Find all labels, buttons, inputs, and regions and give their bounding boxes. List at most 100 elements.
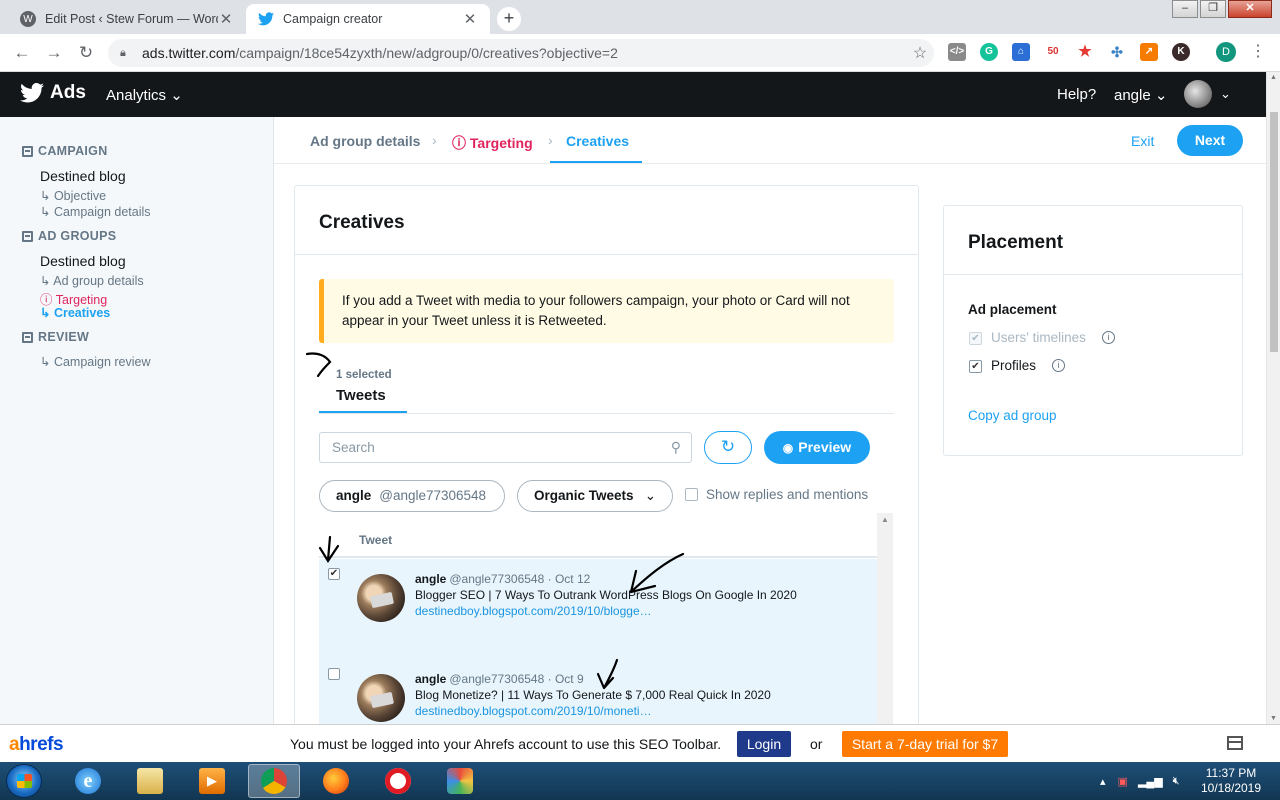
sidebar-adgroup-name[interactable]: Destined blog: [40, 253, 126, 269]
scrollbar-thumb[interactable]: [1270, 112, 1278, 352]
internet-explorer-icon[interactable]: e: [62, 764, 114, 798]
chrome-icon[interactable]: [248, 764, 300, 798]
ahrefs-trial-button[interactable]: Start a 7-day trial for $7: [842, 731, 1008, 757]
section-icon: [22, 331, 33, 343]
help-link[interactable]: Help?: [1057, 86, 1096, 103]
info-icon[interactable]: i: [1102, 331, 1115, 344]
tweet-link[interactable]: destinedboy.blogspot.com/2019/10/moneti…: [415, 704, 652, 718]
refresh-button[interactable]: ↻: [704, 431, 752, 464]
tray-app-icon[interactable]: ▣: [1118, 775, 1128, 788]
tweet-checkbox[interactable]: [328, 668, 340, 680]
maximize-button[interactable]: ❐: [1200, 0, 1226, 18]
ads-logo[interactable]: Ads: [20, 82, 86, 104]
sidebar-item-campaign-review[interactable]: ↳ Campaign review: [40, 354, 151, 369]
account-menu[interactable]: angle ⌄: [1114, 86, 1167, 104]
sidebar-item-ad-group-details[interactable]: ↳ Ad group details: [40, 273, 144, 288]
step-targeting[interactable]: ⓘ Targeting: [452, 133, 533, 153]
tray-expand-icon[interactable]: ▴: [1100, 775, 1106, 788]
divider: [944, 274, 1242, 275]
profile-avatar[interactable]: D: [1216, 42, 1236, 62]
close-icon[interactable]: ✕: [218, 10, 234, 28]
tab-campaign-creator[interactable]: Campaign creator ✕: [246, 4, 490, 34]
column-header-tweet: Tweet: [359, 533, 393, 547]
exit-link[interactable]: Exit: [1131, 133, 1154, 149]
users-timelines-label: Users' timelines: [991, 330, 1086, 345]
avatar[interactable]: [1184, 80, 1212, 108]
firefox-icon[interactable]: [310, 764, 362, 798]
sidebar-item-campaign-details[interactable]: ↳ Campaign details: [40, 204, 151, 219]
ahrefs-or-label: or: [810, 736, 823, 752]
table-scrollbar[interactable]: ▲: [877, 513, 893, 745]
extension-feed-icon[interactable]: ⌂: [1012, 43, 1030, 61]
section-icon: [22, 145, 33, 157]
sidebar-section-review: REVIEW: [22, 330, 89, 344]
analytics-menu[interactable]: Analytics ⌄: [106, 86, 183, 104]
back-icon[interactable]: ←: [10, 41, 34, 65]
scroll-up-icon[interactable]: ▲: [1270, 74, 1277, 81]
extension-k-icon[interactable]: K: [1172, 43, 1190, 61]
scroll-down-icon[interactable]: ▼: [1270, 715, 1277, 722]
file-explorer-icon[interactable]: [124, 764, 176, 798]
tab-title: Campaign creator: [283, 12, 383, 26]
show-replies-checkbox[interactable]: [685, 488, 698, 501]
tab-wordpress[interactable]: W Edit Post ‹ Stew Forum — WordPress ✕: [8, 4, 246, 34]
scroll-up-icon[interactable]: ▲: [881, 515, 889, 524]
tweet-link[interactable]: destinedboy.blogspot.com/2019/10/blogge…: [415, 604, 652, 618]
profiles-checkbox[interactable]: ✔: [969, 360, 982, 373]
signal-icon[interactable]: ▂▄▆: [1138, 775, 1163, 788]
browser-tab-bar: W Edit Post ‹ Stew Forum — WordPress ✕ C…: [0, 0, 1280, 34]
tab-tweets[interactable]: Tweets: [336, 387, 386, 404]
extension-star-icon[interactable]: ★: [1076, 43, 1094, 61]
paint-icon[interactable]: [434, 764, 486, 798]
campaign-sidebar: CAMPAIGN Destined blog ↳ Objective ↳ Cam…: [0, 117, 274, 724]
page-scrollbar[interactable]: ▲ ▼: [1266, 72, 1280, 724]
ahrefs-logo: ahrefs: [9, 734, 64, 755]
account-selector[interactable]: angle @angle77306548: [319, 480, 505, 512]
tweet-checkbox[interactable]: ✔: [328, 568, 340, 580]
tweet-meta: angle @angle77306548 · Oct 12: [415, 572, 591, 586]
step-creatives[interactable]: Creatives: [566, 133, 629, 149]
table-row[interactable]: ✔ angle @angle77306548 · Oct 12 Blogger S…: [319, 559, 877, 659]
divider: [319, 413, 894, 414]
system-clock[interactable]: 11:37 PM 10/18/2019: [1196, 766, 1266, 796]
eye-icon: ◉: [782, 441, 794, 455]
ads-brand-label: Ads: [50, 82, 86, 103]
tweet-text: Blogger SEO | 7 Ways To Outrank WordPres…: [415, 588, 797, 602]
ahrefs-toggle-icon[interactable]: [1227, 736, 1243, 750]
sidebar-item-objective[interactable]: ↳ Objective: [40, 188, 106, 203]
chevron-down-icon[interactable]: ⌄: [1220, 86, 1231, 102]
ahrefs-login-button[interactable]: Login: [737, 731, 791, 757]
extension-chart-icon[interactable]: ↗: [1140, 43, 1158, 61]
lock-icon: 🔒︎: [120, 46, 126, 59]
sidebar-item-creatives[interactable]: ↳ Creatives: [40, 305, 110, 320]
media-notice: If you add a Tweet with media to your fo…: [319, 279, 894, 343]
search-input[interactable]: Search ⚲: [319, 432, 692, 463]
preview-button[interactable]: ◉ Preview: [764, 431, 870, 464]
minimize-button[interactable]: –: [1172, 0, 1198, 18]
copy-ad-group-link[interactable]: Copy ad group: [968, 408, 1057, 423]
reload-icon[interactable]: ↻: [74, 41, 98, 65]
twitter-icon: [258, 11, 274, 27]
tweet-type-dropdown[interactable]: Organic Tweets ⌄: [517, 480, 673, 512]
volume-muted-icon[interactable]: 🔇︎: [1173, 775, 1180, 788]
grammarly-icon[interactable]: G: [980, 43, 998, 61]
more-menu-icon[interactable]: ⋮: [1250, 42, 1266, 62]
breadcrumb: Ad group details › ⓘ Targeting › Creativ…: [274, 117, 1266, 164]
next-button[interactable]: Next: [1177, 125, 1243, 156]
browser-toolbar: ← → ↻ 🔒︎ ads.twitter.com/campaign/18ce54…: [0, 34, 1280, 72]
bookmark-star-icon[interactable]: ☆: [906, 43, 934, 63]
forward-icon[interactable]: →: [42, 41, 66, 65]
close-icon[interactable]: ✕: [462, 10, 478, 28]
media-player-icon[interactable]: ▶: [186, 764, 238, 798]
info-icon[interactable]: i: [1052, 359, 1065, 372]
new-tab-button[interactable]: +: [497, 7, 521, 31]
extension-seo-icon[interactable]: 50: [1044, 43, 1062, 61]
extension-code-icon[interactable]: </>: [948, 43, 966, 61]
address-bar[interactable]: 🔒︎ ads.twitter.com/campaign/18ce54zyxth/…: [108, 39, 934, 67]
step-ad-group-details[interactable]: Ad group details: [310, 133, 420, 149]
sidebar-campaign-name[interactable]: Destined blog: [40, 168, 126, 184]
extension-grid-icon[interactable]: ✣: [1108, 43, 1126, 61]
opera-icon[interactable]: [372, 764, 424, 798]
window-close-button[interactable]: ✕: [1228, 0, 1272, 18]
start-button[interactable]: [6, 764, 42, 798]
